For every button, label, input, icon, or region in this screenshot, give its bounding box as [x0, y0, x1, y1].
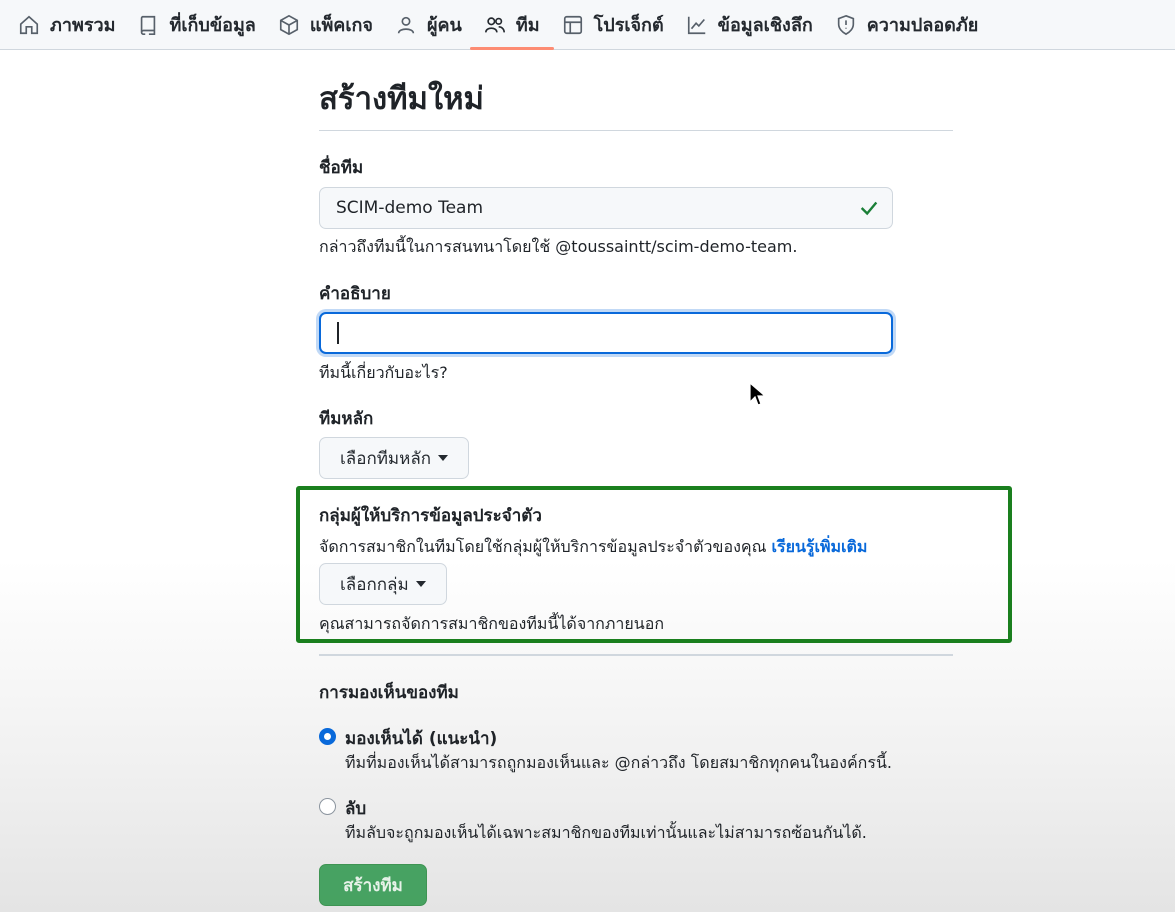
- team-name-value: SCIM-demo Team: [336, 198, 484, 218]
- check-icon: [860, 201, 878, 216]
- visibility-secret-label[interactable]: ลับ: [345, 795, 366, 822]
- select-parent-team-label: เลือกทีมหลัก: [340, 448, 432, 469]
- team-name-input[interactable]: SCIM-demo Team: [319, 187, 893, 229]
- home-icon: [19, 15, 39, 34]
- visibility-visible-label[interactable]: มองเห็นได้ (แนะนำ): [345, 725, 497, 752]
- parent-team-label: ทีมหลัก: [319, 409, 374, 429]
- create-team-button[interactable]: สร้างทีม: [319, 864, 427, 906]
- repo-icon: [141, 15, 156, 35]
- visibility-visible-desc: ทีมที่มองเห็นได้สามารถถูกมองเห็นและ @กล่…: [345, 753, 892, 772]
- description-input[interactable]: [319, 312, 893, 354]
- team-name-hint: กล่าวถึงทีมนี้ในการสนทนาโดยใช้ @toussain…: [319, 237, 798, 256]
- text-caret: [337, 322, 339, 344]
- mouse-pointer-icon: [749, 382, 767, 406]
- chevron-down-icon: [438, 455, 449, 461]
- divider: [319, 654, 953, 656]
- visibility-secret-radio[interactable]: [319, 798, 336, 815]
- form-fields: ชื่อทีม SCIM-demo Team กล่าวถึงทีมนี้ในก…: [319, 0, 959, 912]
- nav-item-label: ที่เก็บข้อมูล: [169, 15, 256, 36]
- visibility-secret-desc: ทีมลับจะถูกมองเห็นได้เฉพาะสมาชิกของทีมเท…: [345, 823, 867, 842]
- select-parent-team-button[interactable]: เลือกทีมหลัก: [319, 437, 470, 479]
- nav-item-repositories[interactable]: ที่เก็บข้อมูล: [135, 0, 271, 50]
- description-hint: ทีมนี้เกี่ยวกับอะไร?: [319, 363, 448, 382]
- package-icon: [279, 14, 298, 35]
- nav-item-overview[interactable]: ภาพรวม: [16, 0, 131, 50]
- description-label: คำอธิบาย: [319, 284, 391, 304]
- team-name-label: ชื่อทีม: [319, 158, 364, 178]
- visibility-visible-radio[interactable]: [319, 728, 336, 745]
- highlight-box: [296, 486, 1012, 643]
- nav-item-label: ภาพรวม: [50, 15, 116, 36]
- visibility-label: การมองเห็นของทีม: [319, 683, 459, 703]
